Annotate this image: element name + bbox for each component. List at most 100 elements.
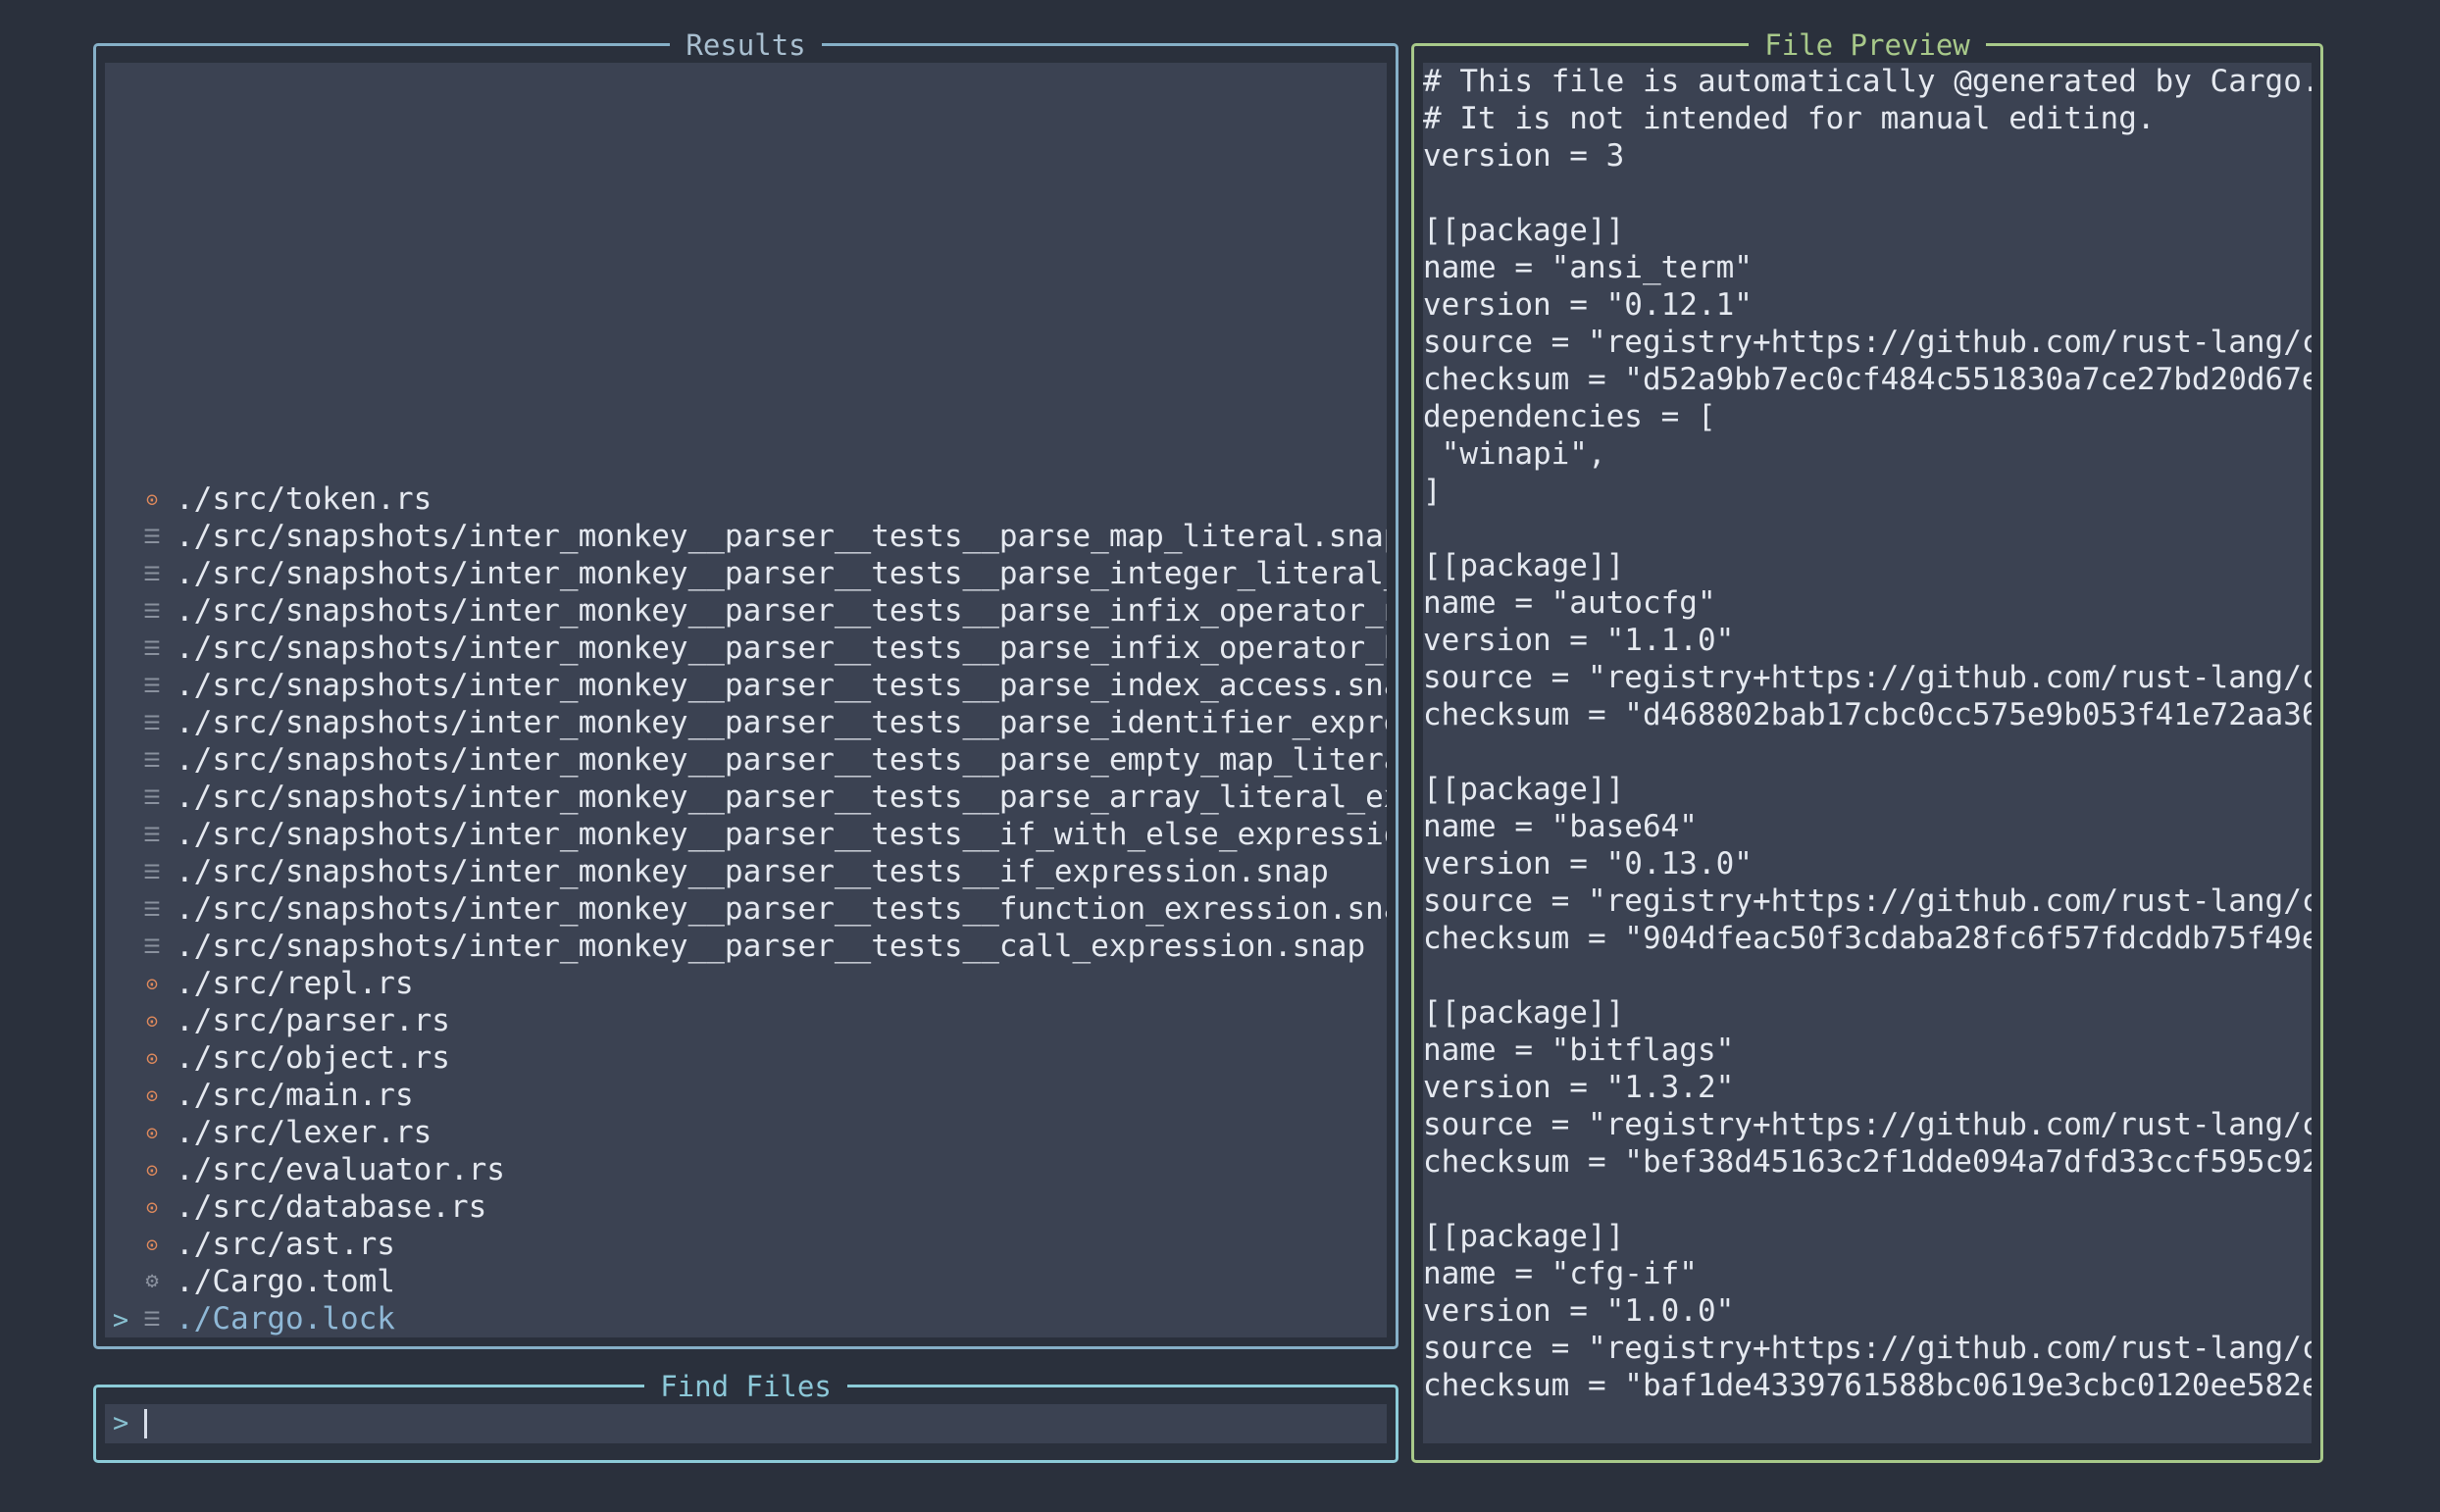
result-item[interactable]: ☰ ./src/snapshots/inter_monkey__parser__t…: [105, 853, 1387, 890]
result-item[interactable]: ☰ ./src/snapshots/inter_monkey__parser__t…: [105, 704, 1387, 741]
preview-line: source = "registry+https://github.com/ru…: [1423, 325, 2312, 360]
find-files-panel: Find Files >: [93, 1370, 1398, 1463]
preview-line: version = 3: [1423, 138, 1625, 174]
result-item[interactable]: ⊙ ./src/token.rs: [105, 480, 1387, 518]
gear-icon: ⚙: [145, 1269, 159, 1293]
document-icon: ☰: [143, 711, 161, 734]
preview-line: name = "bitflags": [1423, 1033, 1735, 1068]
results-panel: Results ⊙ ./src/token.rs ☰ ./src/snapshots/…: [93, 28, 1398, 1349]
result-item[interactable]: ☰ ./src/snapshots/inter_monkey__parser__t…: [105, 779, 1387, 816]
document-icon: ☰: [143, 785, 161, 809]
document-icon: ☰: [143, 1307, 161, 1331]
rust-file-icon: ⊙: [145, 1084, 159, 1107]
find-files-input[interactable]: >: [105, 1404, 1387, 1443]
preview-line: [[package]]: [1423, 995, 1625, 1031]
results-list-container[interactable]: ⊙ ./src/token.rs ☰ ./src/snapshots/inter_mo…: [105, 63, 1387, 1337]
result-item[interactable]: ⚙ ./Cargo.toml: [105, 1263, 1387, 1300]
result-path: ./src/object.rs: [176, 1040, 450, 1076]
preview-line: [[package]]: [1423, 1219, 1625, 1254]
preview-line: source = "registry+https://github.com/ru…: [1423, 883, 2312, 919]
preview-line: dependencies = [: [1423, 399, 1716, 434]
result-item[interactable]: ☰ ./src/snapshots/inter_monkey__parser__t…: [105, 928, 1387, 965]
rust-file-icon: ⊙: [145, 1046, 159, 1070]
preview-line: checksum = "904dfeac50f3cdaba28fc6f57fdc…: [1423, 921, 2312, 956]
preview-line: "winapi",: [1423, 436, 1606, 472]
rust-file-icon: ⊙: [145, 972, 159, 995]
result-item[interactable]: ⊙ ./src/object.rs: [105, 1039, 1387, 1077]
result-item[interactable]: ☰ ./src/snapshots/inter_monkey__parser__t…: [105, 630, 1387, 667]
preview-line: name = "ansi_term": [1423, 250, 1753, 285]
result-item[interactable]: ☰ ./src/snapshots/inter_monkey__parser__t…: [105, 592, 1387, 630]
selection-caret: >: [112, 1305, 129, 1336]
preview-line: source = "registry+https://github.com/ru…: [1423, 660, 2312, 695]
prompt-caret: >: [113, 1408, 129, 1438]
result-path: ./src/snapshots/inter_monkey__parser__te…: [176, 519, 1387, 554]
result-path: ./src/evaluator.rs: [176, 1152, 505, 1187]
document-icon: ☰: [143, 934, 161, 958]
result-item[interactable]: ⊙ ./src/lexer.rs: [105, 1114, 1387, 1151]
result-path: ./src/parser.rs: [176, 1003, 450, 1038]
preview-line: name = "autocfg": [1423, 585, 1716, 621]
rust-file-icon: ⊙: [145, 1195, 159, 1219]
file-preview-panel: File Preview # This file is automaticall…: [1411, 28, 2323, 1463]
find-files-title: Find Files: [644, 1370, 847, 1403]
result-path: ./src/main.rs: [176, 1078, 414, 1113]
preview-line: [[package]]: [1423, 213, 1625, 248]
result-path: ./Cargo.lock: [176, 1301, 395, 1336]
result-path: ./src/snapshots/inter_monkey__parser__te…: [176, 705, 1387, 740]
file-preview-title: File Preview: [1749, 28, 1986, 62]
result-item[interactable]: ☰ ./src/snapshots/inter_monkey__parser__t…: [105, 890, 1387, 928]
result-path: ./src/ast.rs: [176, 1227, 395, 1262]
results-list: ⊙ ./src/token.rs ☰ ./src/snapshots/inter_mo…: [105, 480, 1387, 1337]
result-path: ./src/snapshots/inter_monkey__parser__te…: [176, 630, 1387, 666]
preview-line: checksum = "bef38d45163c2f1dde094a7dfd33…: [1423, 1144, 2312, 1180]
document-icon: ☰: [143, 823, 161, 846]
document-icon: ☰: [143, 674, 161, 697]
result-item-selected[interactable]: > ☰ ./Cargo.lock: [105, 1300, 1387, 1337]
result-path: ./src/snapshots/inter_monkey__parser__te…: [176, 817, 1387, 852]
preview-line: version = "1.3.2": [1423, 1070, 1735, 1105]
result-item[interactable]: ⊙ ./src/ast.rs: [105, 1226, 1387, 1263]
result-item[interactable]: ⊙ ./src/parser.rs: [105, 1002, 1387, 1039]
rust-file-icon: ⊙: [145, 1158, 159, 1182]
result-item[interactable]: ☰ ./src/snapshots/inter_monkey__parser__t…: [105, 741, 1387, 779]
preview-lines: # This file is automatically @generated …: [1423, 63, 2312, 1404]
result-item[interactable]: ☰ ./src/snapshots/inter_monkey__parser__t…: [105, 816, 1387, 853]
document-icon: ☰: [143, 748, 161, 772]
result-item[interactable]: ⊙ ./src/database.rs: [105, 1188, 1387, 1226]
result-item[interactable]: ☰ ./src/snapshots/inter_monkey__parser__t…: [105, 518, 1387, 555]
preview-line: name = "base64": [1423, 809, 1698, 844]
preview-line: checksum = "d52a9bb7ec0cf484c551830a7ce2…: [1423, 362, 2312, 397]
result-path: ./src/snapshots/inter_monkey__parser__te…: [176, 929, 1366, 964]
result-item[interactable]: ☰ ./src/snapshots/inter_monkey__parser__t…: [105, 667, 1387, 704]
preview-line: [1423, 733, 2312, 771]
document-icon: ☰: [143, 562, 161, 585]
rust-file-icon: ⊙: [145, 1009, 159, 1033]
preview-line: version = "1.0.0": [1423, 1293, 1735, 1329]
result-item[interactable]: ⊙ ./src/repl.rs: [105, 965, 1387, 1002]
preview-line: version = "0.12.1": [1423, 287, 1753, 323]
preview-line: [[package]]: [1423, 548, 1625, 583]
preview-line: [1423, 175, 2312, 212]
preview-line: version = "0.13.0": [1423, 846, 1753, 882]
result-item[interactable]: ⊙ ./src/main.rs: [105, 1077, 1387, 1114]
rust-file-icon: ⊙: [145, 1121, 159, 1144]
preview-line: version = "1.1.0": [1423, 623, 1735, 658]
document-icon: ☰: [143, 860, 161, 883]
file-preview-content[interactable]: # This file is automatically @generated …: [1423, 63, 2312, 1443]
result-item[interactable]: ☰ ./src/snapshots/inter_monkey__parser__t…: [105, 555, 1387, 592]
document-icon: ☰: [143, 599, 161, 623]
rust-file-icon: ⊙: [145, 1233, 159, 1256]
result-path: ./src/snapshots/inter_monkey__parser__te…: [176, 780, 1387, 815]
preview-line: [1423, 510, 2312, 547]
result-path: ./src/snapshots/inter_monkey__parser__te…: [176, 668, 1387, 703]
preview-line: source = "registry+https://github.com/ru…: [1423, 1107, 2312, 1142]
preview-line: checksum = "d468802bab17cbc0cc575e9b053f…: [1423, 697, 2312, 732]
result-item[interactable]: ⊙ ./src/evaluator.rs: [105, 1151, 1387, 1188]
result-path: ./Cargo.toml: [176, 1264, 395, 1299]
document-icon: ☰: [143, 525, 161, 548]
preview-line: [1423, 1181, 2312, 1218]
result-path: ./src/database.rs: [176, 1189, 487, 1225]
preview-line: source = "registry+https://github.com/ru…: [1423, 1331, 2312, 1366]
document-icon: ☰: [143, 897, 161, 921]
